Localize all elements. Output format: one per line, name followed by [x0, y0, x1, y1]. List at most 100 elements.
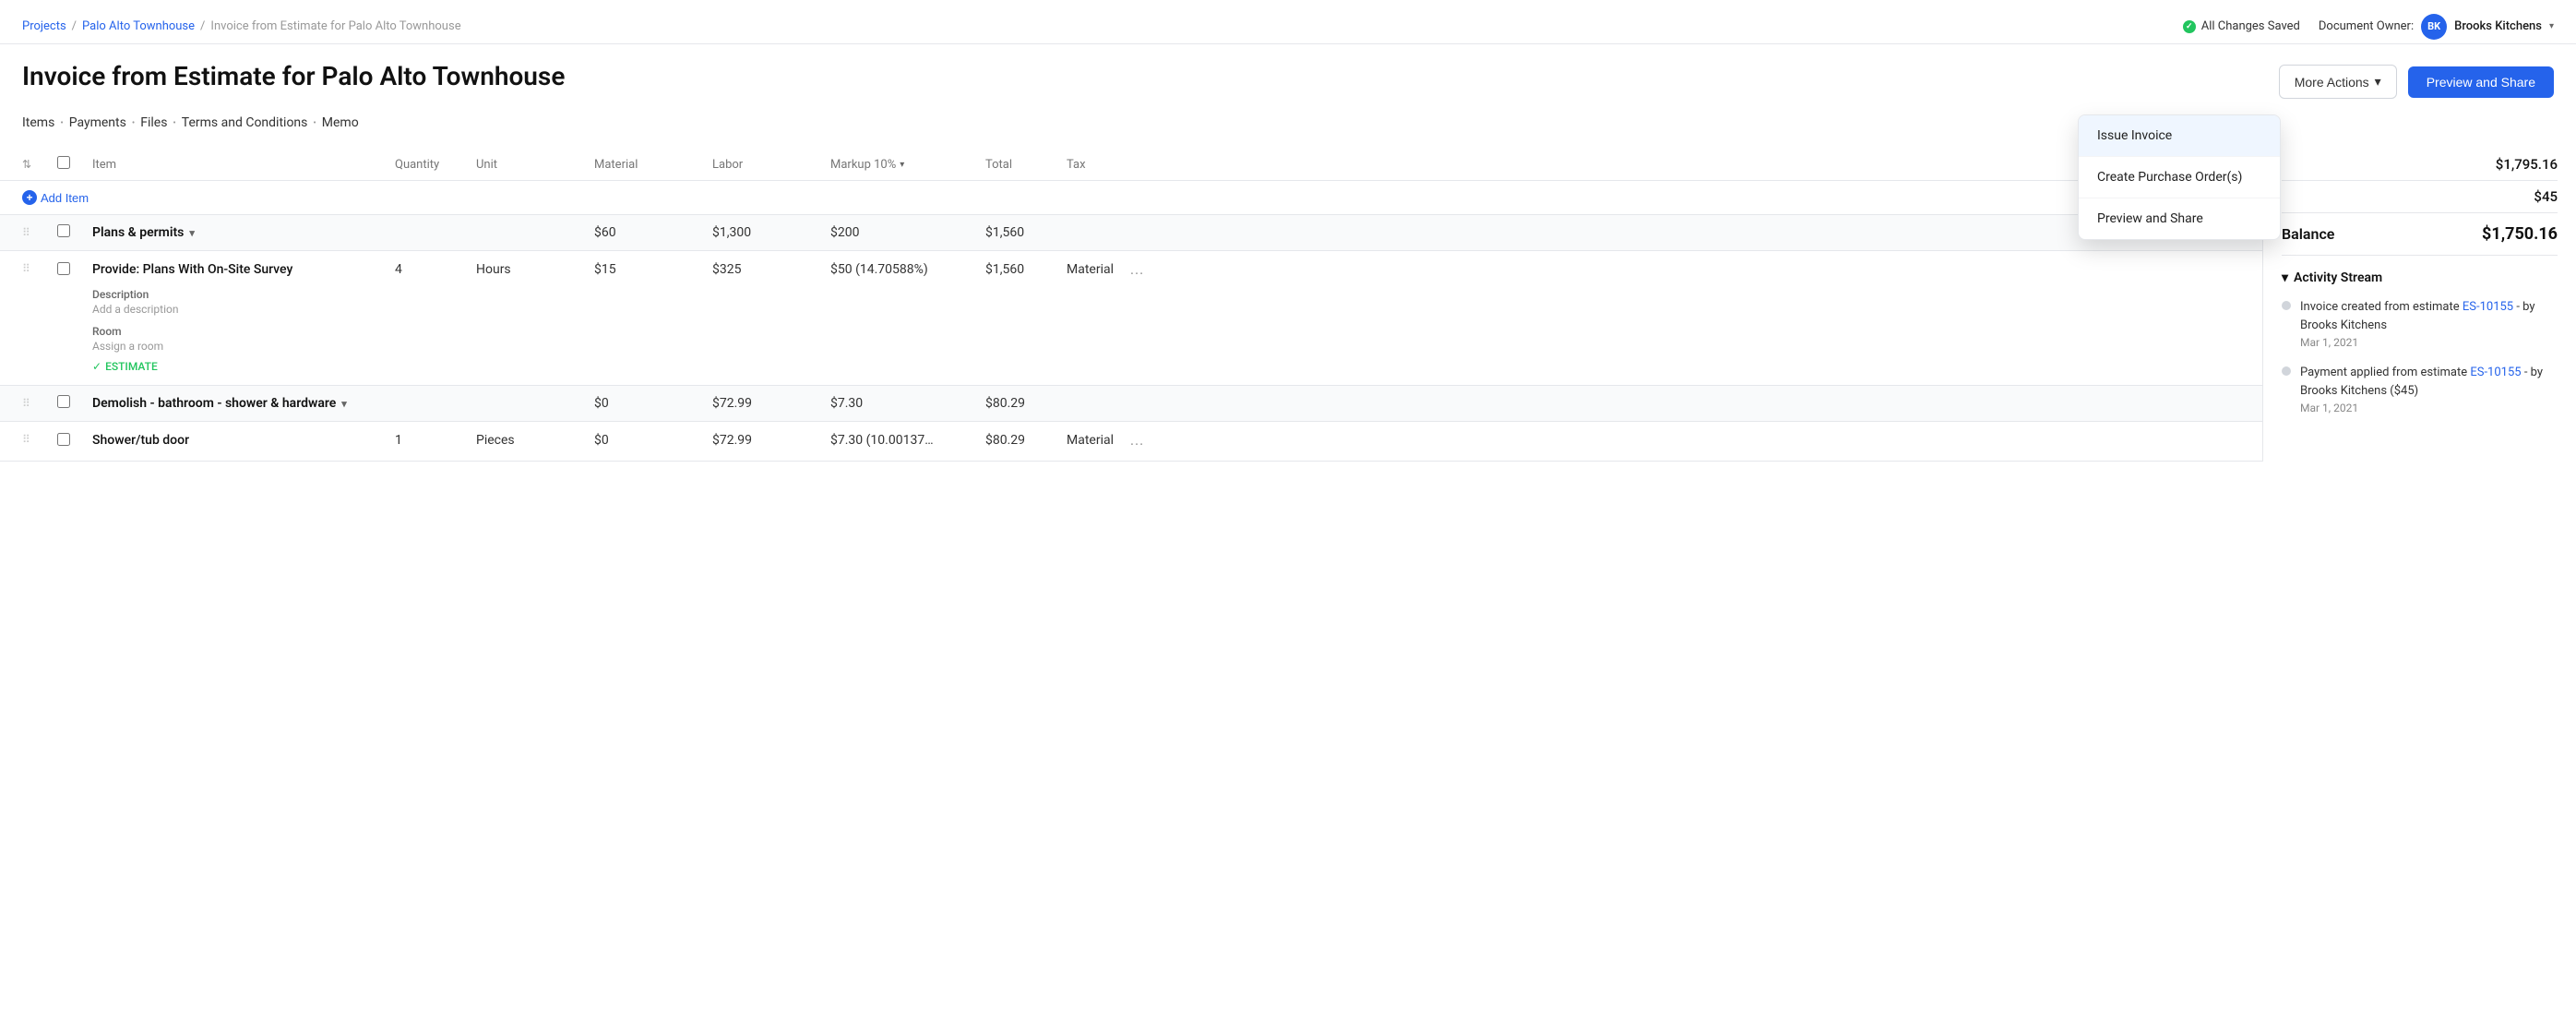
group-2-caret-icon[interactable]: ▾ [341, 398, 347, 410]
owner-caret-icon[interactable]: ▾ [2549, 21, 2554, 31]
activity-content-1: Invoice created from estimate ES-10155 -… [2300, 298, 2558, 349]
group-row-demolish: ⠿ Demolish - bathroom - shower & hardwar… [0, 386, 2262, 422]
group-2-drag-handle[interactable]: ⠿ [22, 397, 50, 410]
dropdown-item-preview-share[interactable]: Preview and Share [2079, 198, 2280, 239]
item-2-quantity: 1 [395, 433, 469, 448]
group-2-name: Demolish - bathroom - shower & hardware … [92, 396, 388, 411]
saved-icon [2183, 20, 2196, 33]
breadcrumb-projects[interactable]: Projects [22, 19, 66, 33]
breadcrumb: Projects / Palo Alto Townhouse / Invoice… [22, 19, 461, 33]
item-row-1: ⠿ Provide: Plans With On-Site Survey Des… [0, 251, 2262, 386]
group-1-name: Plans & permits ▾ [92, 225, 388, 240]
item-1-total: $1,560 [985, 262, 1059, 277]
activity-item-1: Invoice created from estimate ES-10155 -… [2282, 298, 2558, 349]
header-checkbox-cell [57, 156, 85, 173]
item-2-total: $80.29 [985, 433, 1059, 448]
main-table-area: ⇅ Item Quantity Unit Material Labor Mark… [0, 134, 2262, 462]
group-2-checkbox[interactable] [57, 395, 70, 408]
col-item-header: Item [92, 158, 388, 172]
activity-dot-1 [2282, 301, 2291, 310]
activity-dot-2 [2282, 366, 2291, 376]
page-header: Invoice from Estimate for Palo Alto Town… [0, 44, 2576, 99]
group-1-markup: $200 [830, 225, 978, 240]
more-actions-caret-icon: ▾ [2375, 74, 2381, 90]
sidebar-amount-row: $1,795.16 [2282, 149, 2558, 181]
col-quantity-header: Quantity [395, 158, 469, 172]
group-1-material: $60 [594, 225, 705, 240]
tab-terms[interactable]: Terms and Conditions [182, 112, 308, 134]
owner-name[interactable]: Brooks Kitchens [2454, 19, 2542, 33]
item-2-name: Shower/tub door [92, 433, 388, 448]
group-row-plans: ⠿ Plans & permits ▾ $60 $1,300 $200 $1,5… [0, 215, 2262, 251]
more-actions-button[interactable]: More Actions ▾ [2279, 65, 2397, 99]
item-2-labor: $72.99 [712, 433, 823, 448]
tab-payments[interactable]: Payments [69, 112, 126, 134]
item-2-checkbox-cell [57, 433, 85, 450]
more-actions-dropdown: Issue Invoice Create Purchase Order(s) P… [2078, 114, 2281, 240]
right-sidebar: $1,795.16 $45 Balance $1,750.16 ▾ Activi… [2262, 134, 2576, 462]
sort-icon[interactable]: ⇅ [22, 158, 50, 171]
tab-memo[interactable]: Memo [322, 112, 359, 134]
breadcrumb-sep-2: / [200, 19, 205, 33]
item-1-quantity: 4 [395, 262, 469, 277]
group-1-caret-icon[interactable]: ▾ [189, 227, 195, 239]
item-2-drag-handle[interactable]: ⠿ [22, 433, 50, 446]
sidebar-amount-value: $1,795.16 [2496, 156, 2558, 173]
item-2-checkbox[interactable] [57, 433, 70, 446]
group-drag-handle[interactable]: ⠿ [22, 226, 50, 239]
activity-item-2: Payment applied from estimate ES-10155 -… [2282, 364, 2558, 414]
activity-caret-icon: ▾ [2282, 270, 2288, 285]
group-1-checkbox[interactable] [57, 224, 70, 237]
col-total-header: Total [985, 158, 1059, 172]
item-1-details: Provide: Plans With On-Site Survey Descr… [92, 262, 388, 374]
activity-title: Activity Stream [2294, 270, 2382, 285]
room-label: Room [92, 325, 388, 338]
doc-owner: Document Owner: BK Brooks Kitchens ▾ [2319, 14, 2554, 40]
item-1-more-button[interactable]: … [1129, 262, 1144, 279]
top-bar: Projects / Palo Alto Townhouse / Invoice… [0, 0, 2576, 44]
item-row-2: ⠿ Shower/tub door 1 Pieces $0 $72.99 $7.… [0, 422, 2262, 462]
activity-text-2: Payment applied from estimate ES-10155 -… [2300, 364, 2558, 400]
activity-date-2: Mar 1, 2021 [2300, 402, 2558, 414]
activity-header[interactable]: ▾ Activity Stream [2282, 270, 2558, 285]
more-actions-label: More Actions [2295, 75, 2369, 90]
group-2-labor: $72.99 [712, 396, 823, 411]
page-title: Invoice from Estimate for Palo Alto Town… [22, 61, 565, 91]
sidebar-balance-row: Balance $1,750.16 [2282, 213, 2558, 256]
item-1-checkbox[interactable] [57, 262, 70, 275]
dropdown-item-create-po[interactable]: Create Purchase Order(s) [2079, 157, 2280, 198]
owner-avatar: BK [2421, 14, 2447, 40]
tab-files[interactable]: Files [140, 112, 167, 134]
badge-label: ESTIMATE [105, 360, 158, 373]
item-1-drag-handle[interactable]: ⠿ [22, 262, 50, 275]
item-1-material: $15 [594, 262, 705, 277]
tab-items[interactable]: Items [22, 112, 54, 134]
preview-share-button[interactable]: Preview and Share [2408, 66, 2554, 98]
group-2-markup: $7.30 [830, 396, 978, 411]
activity-link-1[interactable]: ES-10155 [2463, 300, 2513, 314]
breadcrumb-sep-1: / [72, 19, 77, 33]
group-2-total: $80.29 [985, 396, 1059, 411]
room-value[interactable]: Assign a room [92, 340, 388, 353]
description-value[interactable]: Add a description [92, 303, 388, 316]
group-2-material: $0 [594, 396, 705, 411]
add-item-button[interactable]: + Add Item [22, 190, 89, 205]
item-2-markup: $7.30 (10.00137… [830, 433, 978, 448]
item-1-badge: ✓ ESTIMATE [92, 360, 158, 373]
dropdown-item-issue-invoice[interactable]: Issue Invoice [2079, 115, 2280, 157]
group-2-checkbox-cell [57, 395, 85, 412]
plus-icon: + [22, 190, 37, 205]
breadcrumb-project[interactable]: Palo Alto Townhouse [82, 19, 195, 33]
description-label: Description [92, 288, 388, 301]
group-1-total: $1,560 [985, 225, 1059, 240]
markup-dropdown-icon[interactable]: ▾ [900, 160, 904, 170]
all-saved-status: All Changes Saved [2183, 19, 2300, 33]
header-actions: More Actions ▾ Preview and Share [2279, 65, 2554, 99]
select-all-checkbox[interactable] [57, 156, 70, 169]
col-tax-header: Tax [1067, 158, 1122, 172]
item-2-material: $0 [594, 433, 705, 448]
activity-link-2[interactable]: ES-10155 [2470, 366, 2521, 379]
item-1-tax-type: Material [1067, 262, 1122, 277]
item-2-more-button[interactable]: … [1129, 433, 1144, 450]
item-1-markup: $50 (14.70588%) [830, 262, 978, 277]
